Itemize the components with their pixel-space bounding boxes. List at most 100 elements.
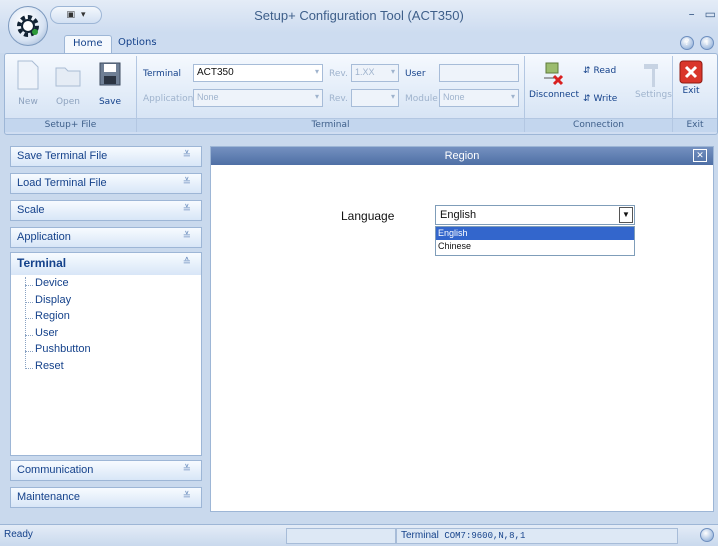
group-exit: Exit Exit bbox=[673, 56, 717, 132]
hammer-icon bbox=[644, 64, 659, 87]
save-label: Save bbox=[98, 97, 122, 107]
group-label-connection: Connection bbox=[525, 118, 672, 132]
language-option-chinese[interactable]: Chinese bbox=[436, 240, 634, 253]
terminal-tree: Device Display Region User Pushbutton Re… bbox=[25, 277, 91, 376]
status-terminal-label: Terminal bbox=[401, 530, 439, 541]
sidebar-item-label: Save Terminal File bbox=[17, 150, 108, 162]
rev-label-2: Rev. bbox=[329, 94, 348, 104]
write-button[interactable]: ⇵ Write bbox=[583, 94, 617, 104]
settings-button[interactable]: Settings bbox=[635, 60, 672, 100]
language-select-value: English bbox=[440, 209, 477, 221]
sidebar-item-communication[interactable]: Communication ≚ bbox=[10, 460, 202, 481]
sidebar-item-label: Application bbox=[17, 231, 71, 243]
terminal-section: Terminal ≙ Device Display Region User Pus… bbox=[10, 252, 202, 456]
chevron-down-icon: ≚ bbox=[182, 491, 191, 502]
panel-title: Region bbox=[444, 150, 480, 162]
sidebar-item-label: Scale bbox=[17, 204, 45, 216]
new-file-icon bbox=[17, 60, 39, 90]
chevron-down-icon: ▾ bbox=[510, 92, 515, 101]
new-button[interactable]: New bbox=[11, 60, 45, 107]
status-port: COM7:9600,N,8,1 bbox=[444, 531, 526, 541]
save-button[interactable]: Save bbox=[93, 60, 127, 107]
sidebar-item-save-terminal-file[interactable]: Save Terminal File ≚ bbox=[10, 146, 202, 167]
tree-item-reset[interactable]: Reset bbox=[25, 360, 91, 377]
sidebar-item-label: Maintenance bbox=[17, 491, 80, 503]
chevron-down-icon: ▾ bbox=[314, 92, 319, 101]
tree-item-device[interactable]: Device bbox=[25, 277, 91, 294]
sidebar-item-scale[interactable]: Scale ≚ bbox=[10, 200, 202, 221]
application-menu-button[interactable] bbox=[8, 6, 48, 46]
terminal-select-value: ACT350 bbox=[197, 67, 234, 78]
sidebar: Save Terminal File ≚ Load Terminal File ≚ … bbox=[10, 146, 202, 512]
disconnect-icon bbox=[544, 62, 564, 86]
sidebar-item-maintenance[interactable]: Maintenance ≚ bbox=[10, 487, 202, 508]
title-bar: ▣ ▾ Setup+ Configuration Tool (ACT350) –… bbox=[0, 0, 718, 46]
tree-item-region[interactable]: Region bbox=[25, 310, 91, 327]
tab-options[interactable]: Options bbox=[110, 35, 165, 53]
sidebar-item-load-terminal-file[interactable]: Load Terminal File ≚ bbox=[10, 173, 202, 194]
help-icon[interactable]: ? bbox=[680, 36, 694, 50]
group-setup-file: New Open Save Setup+ File bbox=[5, 56, 137, 132]
status-cell-empty bbox=[286, 528, 396, 544]
read-label: Read bbox=[593, 66, 617, 76]
group-terminal: Terminal ACT350 ▾ Rev. 1.XX ▾ User Appli… bbox=[137, 56, 525, 132]
status-ready: Ready bbox=[4, 529, 33, 540]
read-button[interactable]: ⇵ Read bbox=[583, 66, 616, 76]
settings-label: Settings bbox=[635, 90, 672, 100]
disconnect-button[interactable]: Disconnect bbox=[529, 60, 579, 100]
sidebar-item-label: Communication bbox=[17, 464, 94, 476]
module-select[interactable]: None ▾ bbox=[439, 89, 519, 107]
exit-button[interactable]: Exit bbox=[679, 60, 703, 96]
panel-header: Region ✕ bbox=[211, 147, 713, 165]
sidebar-item-terminal[interactable]: Terminal ≙ bbox=[11, 253, 201, 275]
application-select[interactable]: None ▾ bbox=[193, 89, 323, 107]
group-connection: Disconnect ⇵ Read ⇵ Write Settings Conne… bbox=[525, 56, 673, 132]
chevron-down-icon: ≚ bbox=[182, 204, 191, 215]
module-label: Module bbox=[405, 94, 438, 104]
disconnect-label: Disconnect bbox=[529, 90, 579, 100]
exit-label: Exit bbox=[682, 86, 700, 96]
chevron-down-icon: ≚ bbox=[182, 464, 191, 475]
close-icon[interactable]: ✕ bbox=[693, 149, 707, 162]
tree-item-user[interactable]: User bbox=[25, 327, 91, 344]
user-label: User bbox=[405, 69, 426, 79]
language-select[interactable]: English ▼ bbox=[435, 205, 635, 225]
user-field[interactable] bbox=[439, 64, 519, 82]
group-label-exit: Exit bbox=[673, 118, 717, 132]
ribbon-tabs: Home Options ? i bbox=[0, 33, 718, 53]
module-select-value: None bbox=[443, 92, 465, 102]
chevron-down-icon: ▾ bbox=[314, 67, 319, 76]
open-button[interactable]: Open bbox=[51, 60, 85, 107]
group-label-terminal: Terminal bbox=[137, 118, 524, 132]
rev-select-2[interactable]: ▾ bbox=[351, 89, 399, 107]
tab-home[interactable]: Home bbox=[64, 35, 112, 53]
chevron-down-icon[interactable]: ▼ bbox=[619, 207, 633, 223]
info-icon[interactable]: i bbox=[700, 36, 714, 50]
terminal-select[interactable]: ACT350 ▾ bbox=[193, 64, 323, 82]
language-label: Language bbox=[341, 209, 395, 223]
chevron-down-icon: ▾ bbox=[390, 92, 395, 101]
terminal-field-label: Terminal bbox=[143, 69, 182, 79]
maximize-button[interactable]: ▭ bbox=[705, 7, 716, 21]
rev-label-1: Rev. bbox=[329, 69, 348, 79]
chevron-down-icon: ≚ bbox=[182, 177, 191, 188]
rev-select-1-value: 1.XX bbox=[355, 67, 375, 77]
sidebar-item-label: Terminal bbox=[17, 256, 67, 270]
write-label: Write bbox=[593, 94, 618, 104]
chevron-down-icon: ▾ bbox=[390, 67, 395, 76]
gear-icon bbox=[17, 15, 39, 37]
status-connection: Terminal COM7:9600,N,8,1 bbox=[396, 528, 678, 544]
language-option-english[interactable]: English bbox=[436, 227, 634, 240]
chevron-down-icon: ≚ bbox=[182, 231, 191, 242]
tree-item-display[interactable]: Display bbox=[25, 294, 91, 311]
group-label-setup-file: Setup+ File bbox=[5, 118, 136, 132]
tree-item-pushbutton[interactable]: Pushbutton bbox=[25, 343, 91, 360]
new-label: New bbox=[18, 97, 38, 107]
floppy-disk-icon bbox=[99, 62, 121, 86]
minimize-button[interactable]: – bbox=[689, 7, 695, 21]
sidebar-item-application[interactable]: Application ≚ bbox=[10, 227, 202, 248]
chevron-down-icon: ≚ bbox=[182, 150, 191, 161]
rev-select-1[interactable]: 1.XX ▾ bbox=[351, 64, 399, 82]
chevron-up-icon: ≙ bbox=[182, 257, 191, 268]
application-select-value: None bbox=[197, 92, 219, 102]
